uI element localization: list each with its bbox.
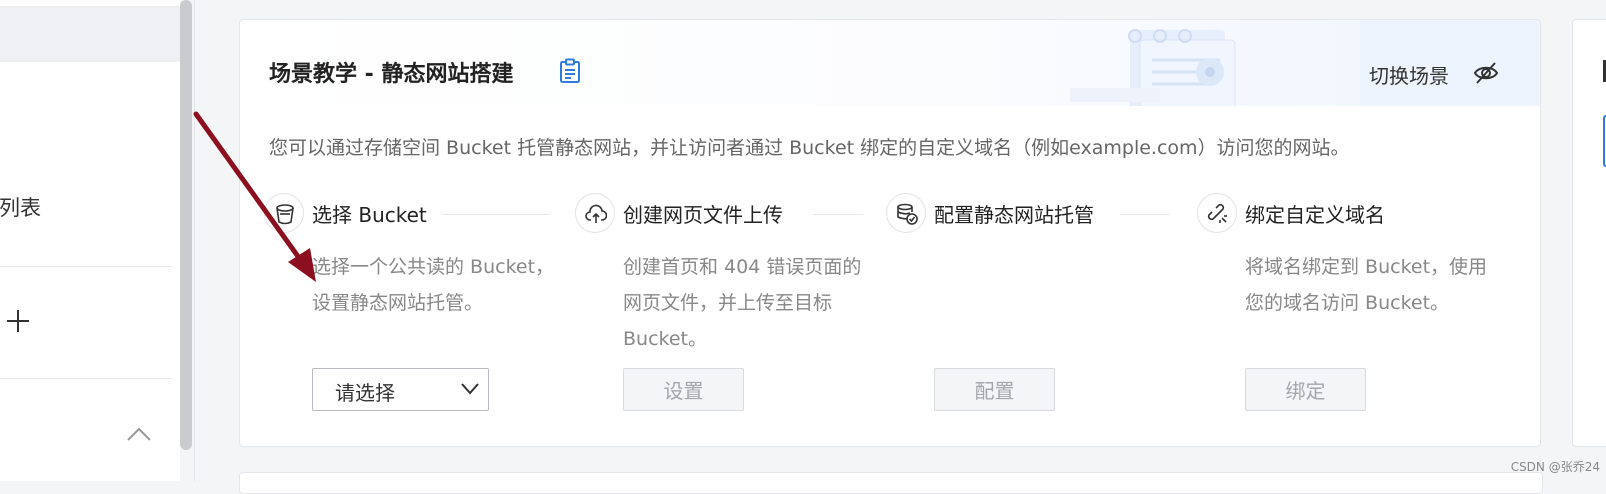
step-icon-wrapper: [264, 193, 304, 233]
sidebar-active-item[interactable]: [0, 6, 180, 62]
sidebar-item-list[interactable]: 表列表: [0, 192, 41, 222]
sidebar-divider: [0, 266, 172, 267]
clipboard-icon[interactable]: [558, 58, 582, 84]
step-title: 绑定自定义域名: [1245, 203, 1385, 227]
card-title: 场景教学 - 静态网站搭建: [269, 62, 514, 87]
step-description: 创建首页和 404 错误页面的网页文件，并上传至目标 Bucket。: [623, 256, 862, 350]
sidebar-divider: [0, 378, 172, 379]
step-title: 配置静态网站托管: [934, 203, 1094, 227]
right-panel-card: [1572, 19, 1606, 447]
eye-off-icon[interactable]: [1473, 61, 1499, 85]
plus-icon[interactable]: [4, 307, 32, 335]
bind-button[interactable]: 绑定: [1245, 368, 1366, 411]
banner-illustration: [1070, 20, 1540, 106]
step-description: 选择一个公共读的 Bucket，设置静态网站托管。: [312, 256, 555, 314]
step-icon-wrapper: [1197, 193, 1237, 233]
next-card-edge: [239, 472, 1543, 494]
step-icon-wrapper: [575, 193, 615, 233]
step-connector: [442, 214, 550, 215]
step-description: 将域名绑定到 Bucket，使用您的域名访问 Bucket。: [1245, 256, 1488, 314]
link-icon: [1207, 203, 1227, 223]
watermark: CSDN @张乔24: [1510, 460, 1600, 474]
database-check-icon: [897, 203, 918, 225]
cloud-upload-icon: [585, 204, 607, 223]
scene-tutorial-card: 场景教学 - 静态网站搭建 切换场景 您可以通过存储空间 Bucket 托管静态…: [239, 19, 1541, 447]
chevron-up-icon[interactable]: [126, 426, 152, 442]
bucket-icon: [276, 204, 294, 225]
step-icon-wrapper: [886, 193, 926, 233]
sidebar-separator: [194, 0, 195, 481]
step-connector: [813, 214, 863, 215]
chevron-down-icon: [461, 383, 479, 395]
configure-button[interactable]: 配置: [934, 368, 1055, 411]
step-title: 选择 Bucket: [312, 203, 427, 227]
switch-scene-link[interactable]: 切换场景: [1369, 60, 1449, 89]
setup-button[interactable]: 设置: [623, 368, 744, 411]
left-sidebar: 表列表: [0, 0, 180, 481]
sidebar-scrollbar[interactable]: [180, 0, 192, 450]
bucket-select-value: 请选择: [335, 381, 395, 405]
step-connector: [1120, 214, 1170, 215]
step-title: 创建网页文件上传: [623, 203, 783, 227]
bucket-select[interactable]: 请选择: [312, 368, 489, 411]
card-description: 您可以通过存储空间 Bucket 托管静态网站，并让访问者通过 Bucket 绑…: [269, 137, 1350, 159]
